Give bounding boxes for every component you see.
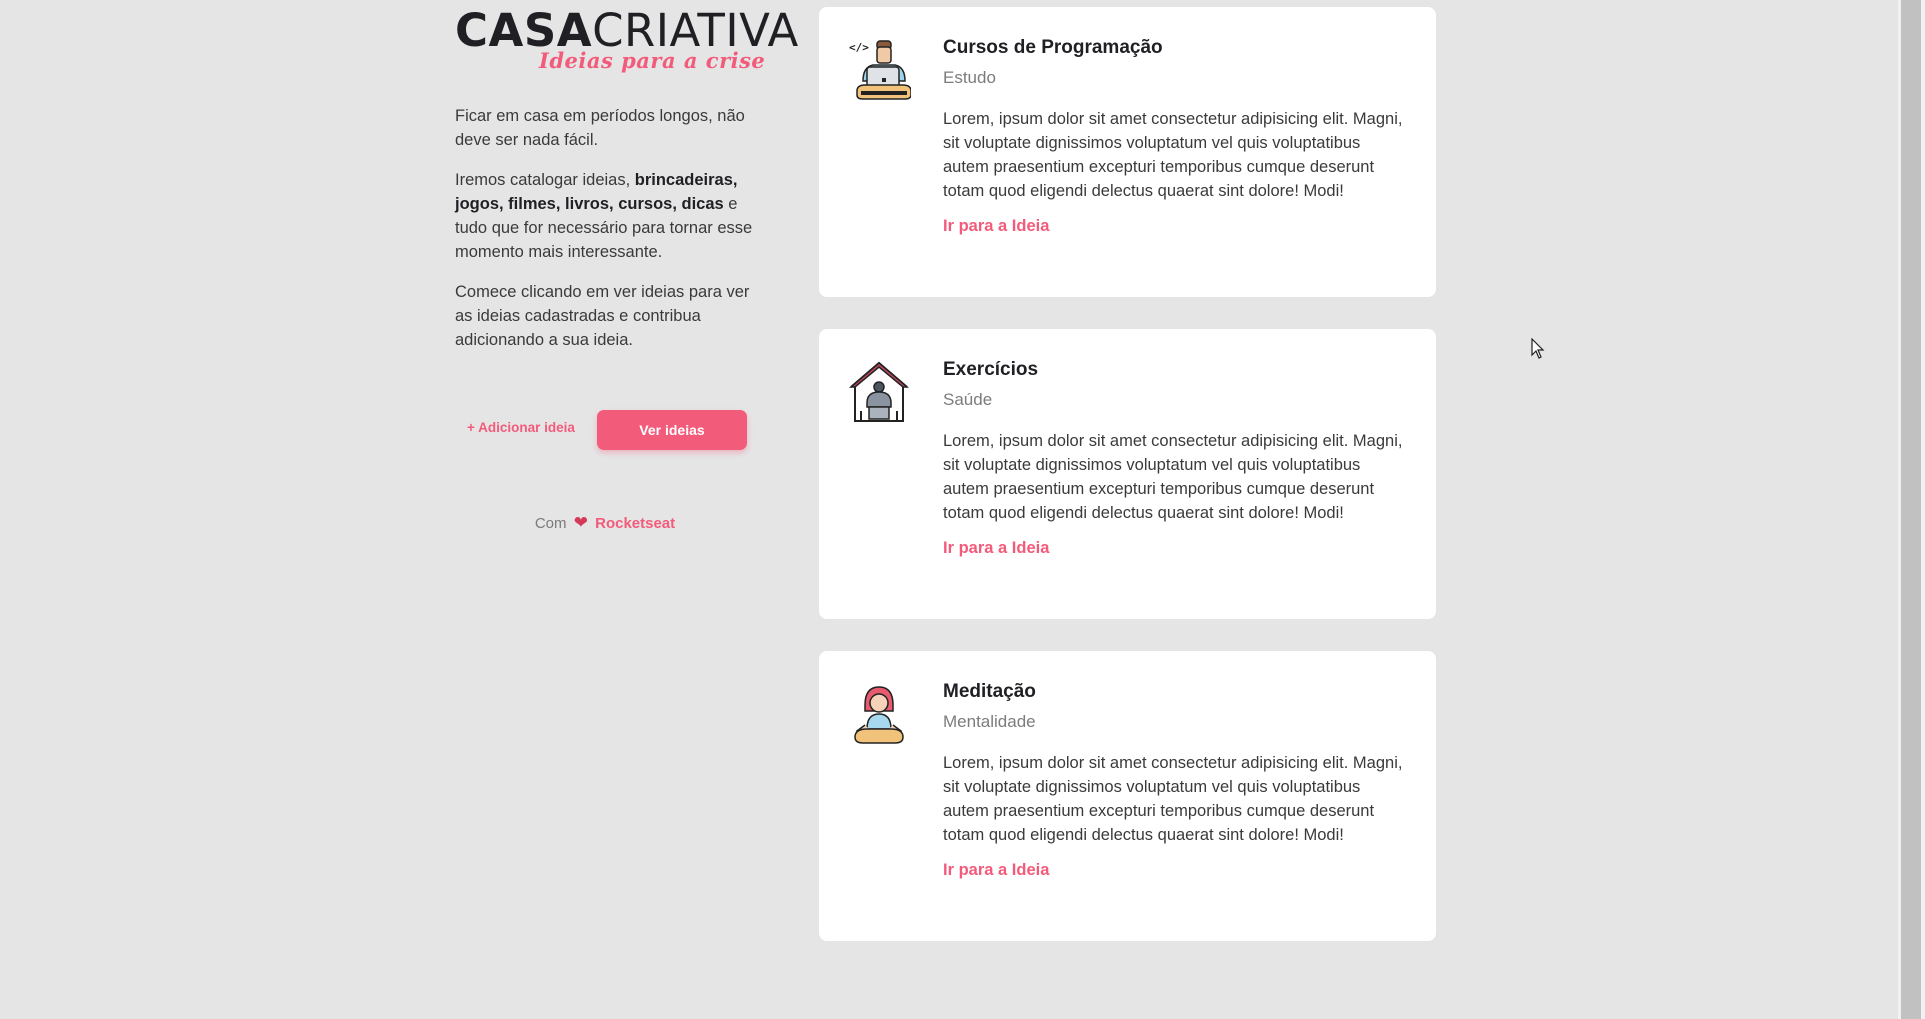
idea-category: Saúde [943, 390, 993, 409]
idea-description: Lorem, ipsum dolor sit amet consectetur … [943, 754, 1403, 844]
footer-credit: Com ❤ Rocketseat [534, 513, 676, 532]
logo: CASACRIATIVA Ideias para a crise [455, 4, 799, 73]
action-buttons: + Adicionar ideia Ver ideias [455, 410, 755, 452]
idea-content: Cursos de Programação Estudo Lorem, ipsu… [943, 37, 1403, 236]
rocketseat-link[interactable]: Rocketseat [595, 515, 675, 532]
go-to-idea-link[interactable]: Ir para a Ideia [943, 539, 1403, 558]
idea-content: Meditação Mentalidade Lorem, ipsum dolor… [943, 681, 1403, 880]
view-ideas-button[interactable]: Ver ideias [597, 410, 747, 450]
idea-card: Exercícios Saúde Lorem, ipsum dolor sit … [819, 329, 1436, 619]
idea-title: Cursos de Programação [943, 37, 1163, 58]
idea-title: Meditação [943, 681, 1036, 702]
idea-category: Mentalidade [943, 712, 1036, 731]
idea-title: Exercícios [943, 359, 1039, 380]
mouse-cursor-icon [1531, 338, 1545, 359]
idea-card: Meditação Mentalidade Lorem, ipsum dolor… [819, 651, 1436, 941]
go-to-idea-link[interactable]: Ir para a Ideia [943, 217, 1403, 236]
brand-name: CASACRIATIVA [455, 4, 799, 57]
svg-text:</>: </> [849, 41, 869, 54]
idea-description: Lorem, ipsum dolor sit amet consectetur … [943, 432, 1403, 522]
meditation-icon [854, 686, 904, 744]
heart-icon: ❤ [573, 513, 588, 532]
home-exercise-icon [848, 361, 910, 422]
programmer-icon: </> [849, 40, 911, 100]
idea-category: Estudo [943, 68, 996, 87]
intro-paragraph-3: Comece clicando em ver ideias para ver a… [455, 283, 750, 349]
brand-tagline: Ideias para a crise [539, 48, 766, 73]
idea-card: </> Cursos de Programação Estudo Lorem, … [819, 7, 1436, 297]
page-scrollbar[interactable] [1898, 0, 1925, 1019]
intro-paragraph-1: Ficar em casa em períodos longos, não de… [455, 107, 745, 149]
add-idea-button[interactable]: + Adicionar ideia [467, 420, 575, 435]
intro-text: Ficar em casa em períodos longos, não de… [455, 104, 760, 368]
scrollbar-thumb[interactable] [1901, 0, 1921, 1019]
intro-paragraph-2: Iremos catalogar ideias, brincadeiras, j… [455, 171, 753, 261]
idea-content: Exercícios Saúde Lorem, ipsum dolor sit … [943, 359, 1403, 558]
idea-description: Lorem, ipsum dolor sit amet consectetur … [943, 110, 1403, 200]
go-to-idea-link[interactable]: Ir para a Ideia [943, 861, 1403, 880]
